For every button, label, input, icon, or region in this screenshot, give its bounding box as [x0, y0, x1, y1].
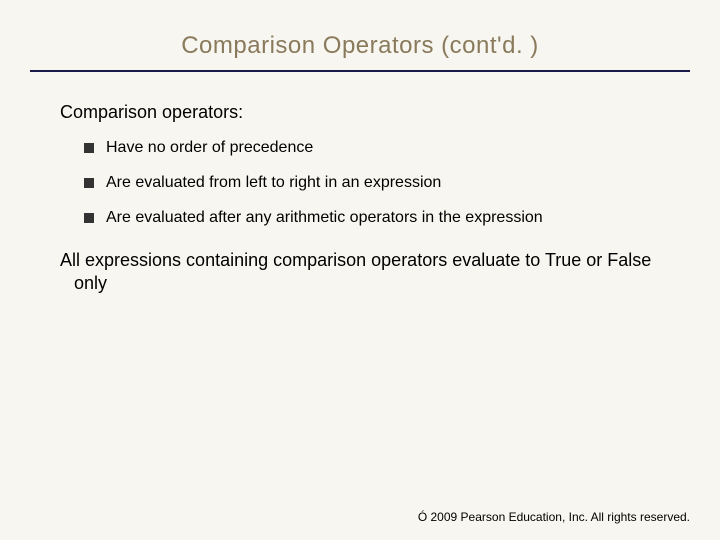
slide-title: Comparison Operators (cont'd. )	[0, 0, 720, 70]
list-item: Are evaluated from left to right in an e…	[84, 166, 660, 201]
closing-line: All expressions containing comparison op…	[60, 249, 660, 294]
copyright-footer: Ó 2009 Pearson Education, Inc. All right…	[418, 510, 690, 524]
list-item: Have no order of precedence	[84, 131, 660, 166]
slide-content: Comparison operators: Have no order of p…	[0, 72, 720, 294]
intro-line: Comparison operators:	[60, 102, 660, 123]
bullet-list: Have no order of precedence Are evaluate…	[60, 131, 660, 235]
list-item: Are evaluated after any arithmetic opera…	[84, 201, 660, 236]
